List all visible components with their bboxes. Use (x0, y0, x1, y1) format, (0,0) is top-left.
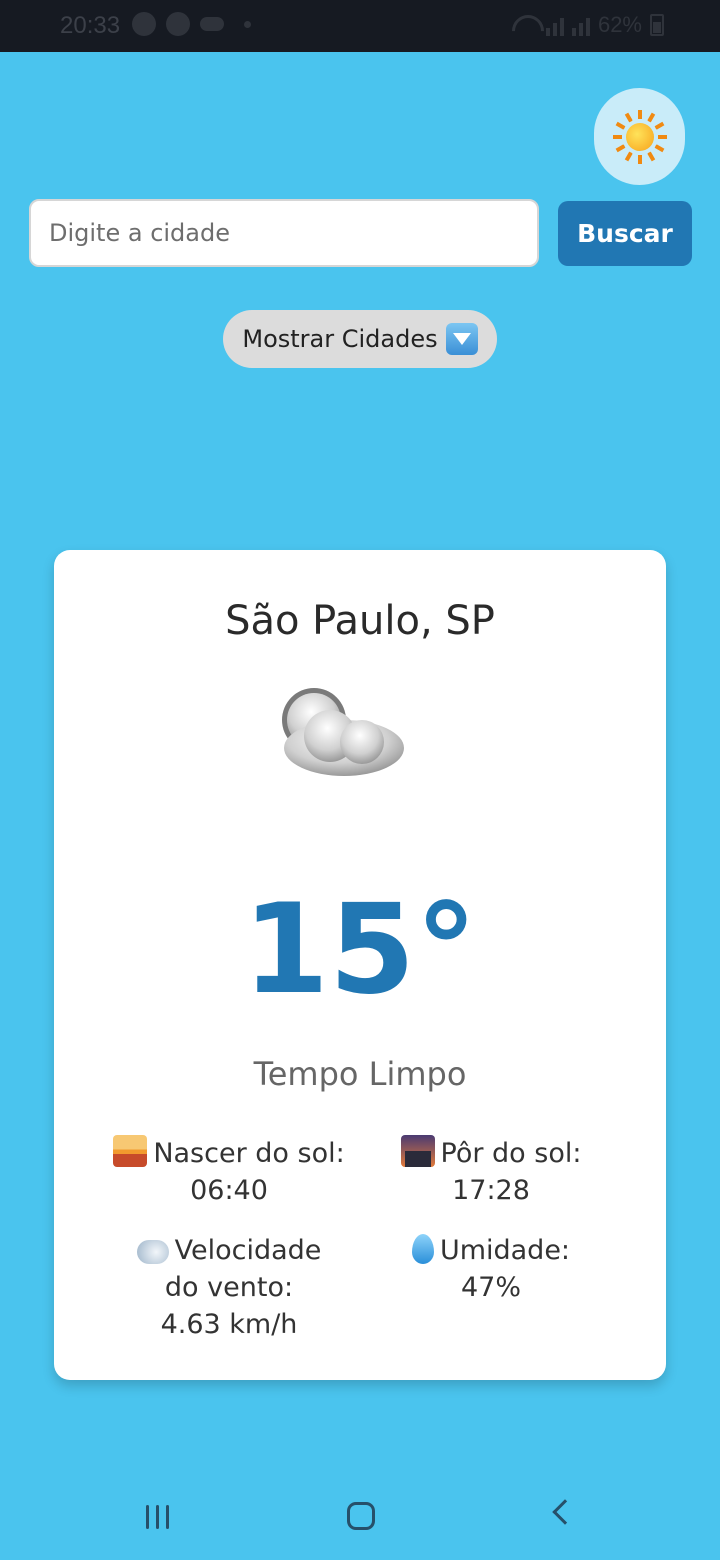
theme-toggle-button[interactable] (594, 88, 685, 185)
wind-label-line2: do vento: (164, 1272, 294, 1303)
sunrise-value: 06:40 (190, 1175, 268, 1206)
city-search-input[interactable] (29, 199, 539, 267)
back-button[interactable] (552, 1499, 578, 1525)
recent-apps-button[interactable] (146, 1505, 169, 1529)
weather-description: Tempo Limpo (253, 1055, 467, 1093)
search-button[interactable]: Buscar (558, 201, 692, 266)
wifi-icon (512, 15, 538, 35)
sunset-value: 17:28 (452, 1175, 530, 1206)
system-status: 62% (512, 12, 664, 38)
battery-icon (650, 14, 664, 36)
whatsapp-icon (132, 12, 156, 36)
system-navigation-bar (0, 1470, 720, 1560)
cloudy-icon (282, 688, 404, 776)
sunrise-label: Nascer do sol: (153, 1138, 345, 1169)
city-name: São Paulo, SP (225, 598, 495, 644)
weather-card: São Paulo, SP 15° Tempo Limpo Nascer do … (54, 550, 666, 1380)
sunset-stat: Pôr do sol: 17:28 (366, 1135, 616, 1209)
notification-icons (132, 12, 251, 36)
signal-icon (545, 14, 564, 36)
cloud-icon (200, 17, 224, 31)
sunrise-icon (113, 1135, 148, 1167)
humidity-stat: Umidade: 47% (366, 1232, 616, 1306)
show-cities-button[interactable]: Mostrar Cidades (223, 310, 497, 368)
battery-percent: 62% (597, 12, 642, 37)
status-bar: 20:33 62% (0, 0, 720, 52)
sunset-icon (400, 1135, 435, 1167)
sunrise-stat: Nascer do sol: 06:40 (104, 1135, 354, 1209)
sun-icon (612, 109, 667, 164)
app-notification-icon (166, 12, 190, 36)
humidity-value: 47% (460, 1272, 521, 1303)
wind-value: 4.63 km/h (160, 1309, 298, 1340)
temperature-value: 15° (242, 878, 478, 1022)
show-cities-label: Mostrar Cidades (242, 325, 438, 353)
wind-label-line1: Velocidade (174, 1235, 322, 1266)
status-time: 20:33 (60, 12, 121, 39)
wind-icon (136, 1240, 169, 1264)
water-drop-icon (411, 1234, 434, 1264)
humidity-label: Umidade: (439, 1235, 571, 1266)
down-arrow-icon (445, 323, 478, 355)
wind-stat: Velocidade do vento: 4.63 km/h (104, 1232, 354, 1343)
home-button[interactable] (347, 1502, 375, 1530)
signal-icon-2 (571, 14, 590, 36)
sunset-label: Pôr do sol: (440, 1138, 582, 1169)
more-notifications-icon (244, 20, 251, 28)
